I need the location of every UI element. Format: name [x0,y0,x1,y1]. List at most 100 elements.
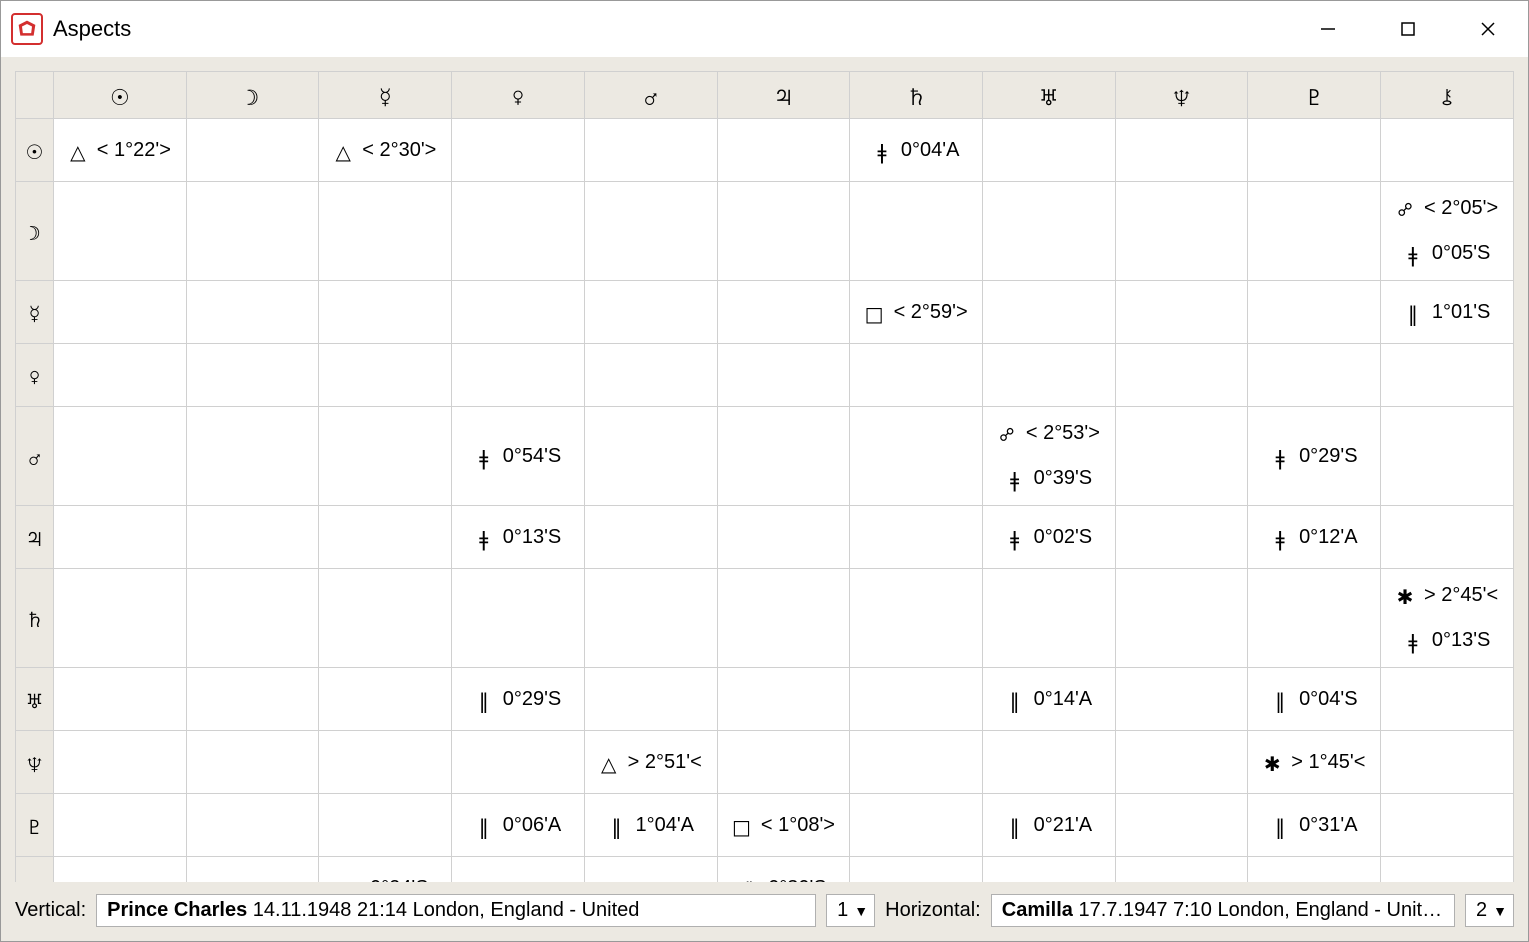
cell-uranus-sun[interactable] [54,668,187,731]
cell-moon-venus[interactable] [452,182,585,281]
cell-jupiter-pluto[interactable]: ǂ0°12'A [1248,506,1381,569]
col-header-saturn[interactable]: ♄ [850,72,983,119]
row-header-jupiter[interactable]: ♃ [16,506,54,569]
cell-saturn-mars[interactable] [584,569,717,668]
cell-uranus-saturn[interactable] [850,668,983,731]
row-header-uranus[interactable]: ♅ [16,668,54,731]
cell-jupiter-mercury[interactable] [319,506,452,569]
cell-moon-moon[interactable] [186,182,319,281]
cell-sun-sun[interactable]: △< 1°22'> [54,119,187,182]
cell-chiron-moon[interactable] [186,857,319,883]
col-header-jupiter[interactable]: ♃ [717,72,850,119]
col-header-pluto[interactable]: ♇ [1248,72,1381,119]
close-button[interactable] [1448,1,1528,57]
row-header-chiron[interactable]: ⚷ [16,857,54,883]
cell-venus-jupiter[interactable] [717,344,850,407]
cell-uranus-mars[interactable] [584,668,717,731]
cell-venus-venus[interactable] [452,344,585,407]
cell-uranus-neptune[interactable] [1115,668,1248,731]
cell-chiron-venus[interactable] [452,857,585,883]
cell-chiron-saturn[interactable] [850,857,983,883]
row-header-mars[interactable]: ♂ [16,407,54,506]
cell-saturn-moon[interactable] [186,569,319,668]
cell-neptune-mercury[interactable] [319,731,452,794]
cell-neptune-mars[interactable]: △> 2°51'< [584,731,717,794]
cell-moon-uranus[interactable] [983,182,1116,281]
horizontal-index-dropdown[interactable]: 2 ▼ [1465,894,1514,927]
row-header-mercury[interactable]: ☿ [16,281,54,344]
cell-pluto-sun[interactable] [54,794,187,857]
cell-neptune-neptune[interactable] [1115,731,1248,794]
col-header-moon[interactable]: ☽ [186,72,319,119]
cell-jupiter-mars[interactable] [584,506,717,569]
cell-mercury-mars[interactable] [584,281,717,344]
cell-mercury-pluto[interactable] [1248,281,1381,344]
cell-neptune-uranus[interactable] [983,731,1116,794]
cell-moon-mercury[interactable] [319,182,452,281]
cell-saturn-sun[interactable] [54,569,187,668]
cell-neptune-pluto[interactable]: ✱> 1°45'< [1248,731,1381,794]
grid-scroll[interactable]: ☉☽☿♀♂♃♄♅♆♇⚷ ☉△< 1°22'>△< 2°30'>ǂ0°04'A☽☍… [15,71,1514,882]
cell-sun-pluto[interactable] [1248,119,1381,182]
vertical-index-dropdown[interactable]: 1 ▼ [826,894,875,927]
col-header-mercury[interactable]: ☿ [319,72,452,119]
cell-pluto-moon[interactable] [186,794,319,857]
cell-jupiter-chiron[interactable] [1381,506,1514,569]
cell-pluto-chiron[interactable] [1381,794,1514,857]
cell-venus-moon[interactable] [186,344,319,407]
col-header-chiron[interactable]: ⚷ [1381,72,1514,119]
cell-chiron-chiron[interactable] [1381,857,1514,883]
cell-uranus-chiron[interactable] [1381,668,1514,731]
cell-neptune-jupiter[interactable] [717,731,850,794]
cell-moon-neptune[interactable] [1115,182,1248,281]
cell-saturn-chiron[interactable]: ✱> 2°45'<ǂ0°13'S [1381,569,1514,668]
cell-pluto-pluto[interactable]: ‖0°31'A [1248,794,1381,857]
cell-sun-mars[interactable] [584,119,717,182]
cell-pluto-mars[interactable]: ‖1°04'A [584,794,717,857]
cell-venus-saturn[interactable] [850,344,983,407]
cell-moon-saturn[interactable] [850,182,983,281]
cell-jupiter-neptune[interactable] [1115,506,1248,569]
col-header-neptune[interactable]: ♆ [1115,72,1248,119]
cell-jupiter-uranus[interactable]: ǂ0°02'S [983,506,1116,569]
cell-moon-chiron[interactable]: ☍< 2°05'>ǂ0°05'S [1381,182,1514,281]
cell-uranus-mercury[interactable] [319,668,452,731]
cell-mercury-sun[interactable] [54,281,187,344]
cell-pluto-saturn[interactable] [850,794,983,857]
cell-chiron-pluto[interactable] [1248,857,1381,883]
cell-venus-sun[interactable] [54,344,187,407]
cell-uranus-venus[interactable]: ‖0°29'S [452,668,585,731]
cell-uranus-uranus[interactable]: ‖0°14'A [983,668,1116,731]
minimize-button[interactable] [1288,1,1368,57]
cell-mercury-chiron[interactable]: ‖1°01'S [1381,281,1514,344]
cell-mercury-neptune[interactable] [1115,281,1248,344]
cell-chiron-uranus[interactable] [983,857,1116,883]
cell-saturn-jupiter[interactable] [717,569,850,668]
col-header-mars[interactable]: ♂ [584,72,717,119]
cell-mercury-venus[interactable] [452,281,585,344]
cell-mars-mercury[interactable] [319,407,452,506]
cell-venus-mercury[interactable] [319,344,452,407]
cell-mars-neptune[interactable] [1115,407,1248,506]
cell-sun-mercury[interactable]: △< 2°30'> [319,119,452,182]
cell-sun-uranus[interactable] [983,119,1116,182]
cell-mars-chiron[interactable] [1381,407,1514,506]
cell-pluto-venus[interactable]: ‖0°06'A [452,794,585,857]
cell-jupiter-saturn[interactable] [850,506,983,569]
cell-venus-uranus[interactable] [983,344,1116,407]
col-header-sun[interactable]: ☉ [54,72,187,119]
cell-chiron-mercury[interactable]: ǂ0°24'S [319,857,452,883]
cell-moon-sun[interactable] [54,182,187,281]
cell-neptune-moon[interactable] [186,731,319,794]
cell-neptune-saturn[interactable] [850,731,983,794]
cell-jupiter-moon[interactable] [186,506,319,569]
cell-venus-neptune[interactable] [1115,344,1248,407]
cell-pluto-neptune[interactable] [1115,794,1248,857]
row-header-pluto[interactable]: ♇ [16,794,54,857]
cell-saturn-saturn[interactable] [850,569,983,668]
row-header-neptune[interactable]: ♆ [16,731,54,794]
cell-mercury-saturn[interactable]: □< 2°59'> [850,281,983,344]
col-header-uranus[interactable]: ♅ [983,72,1116,119]
cell-venus-mars[interactable] [584,344,717,407]
cell-neptune-chiron[interactable] [1381,731,1514,794]
